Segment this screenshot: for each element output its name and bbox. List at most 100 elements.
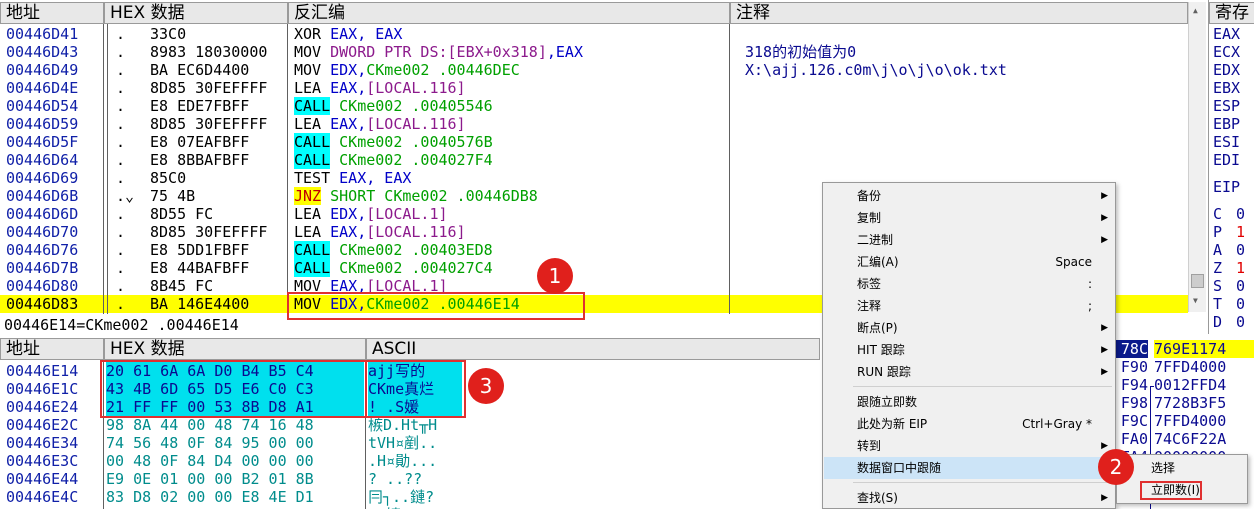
instruction-part: CKme002 .00403ED8 <box>330 241 493 259</box>
row-address: 00446D7B <box>6 259 79 277</box>
context-menu[interactable]: 备份 ▶ 复制 ▶ 二进制 ▶ 汇编(A) Space 标签: 注释; 断点(P) ▶ HIT 跟踪 ▶ R… <box>822 182 1116 509</box>
row-instruction: LEA EDX,[LOCAL.1] <box>294 205 728 223</box>
register-eip[interactable]: EIP <box>1213 178 1240 196</box>
stack-value[interactable]: 7FFD4000 <box>1154 358 1254 376</box>
menu-item[interactable]: RUN 跟踪 ▶ <box>824 361 1114 383</box>
row-address: 00446D6B <box>6 187 79 205</box>
menu-item[interactable]: 汇编(A) Space <box>824 251 1114 273</box>
dump-row-hex: 83 D8 02 00 00 E8 4E D1 <box>106 488 314 506</box>
scroll-down-icon[interactable]: ▼ <box>1193 296 1198 305</box>
disasm-row[interactable]: 00446D64. E8 8BBAFBFF CALL CKme002 .004027… <box>0 151 1188 169</box>
flag-value[interactable]: 1 <box>1236 223 1245 241</box>
menu-item[interactable]: 跟随立即数 <box>824 391 1114 413</box>
scroll-up-icon[interactable]: ▲ <box>1193 6 1198 15</box>
menu-item-label: 备份 <box>857 189 882 203</box>
disasm-row[interactable]: 00446D4E. 8D85 30FEFFFF LEA EAX,[LOCAL.116… <box>0 79 1188 97</box>
row-marker: . <box>116 223 126 241</box>
menu-item[interactable]: 复制 ▶ <box>824 207 1114 229</box>
disassembly-scrollbar[interactable]: ▲ ▼ <box>1188 2 1206 312</box>
menu-item[interactable]: 注释; <box>824 295 1114 317</box>
flag-value[interactable]: 0 <box>1236 277 1245 295</box>
disasm-row[interactable]: 00446D49. BA EC6D4400 MOV EDX,CKme002 .004… <box>0 61 1188 79</box>
flag-value[interactable]: 0 <box>1236 313 1245 331</box>
menu-item[interactable]: 转到 ▶ <box>824 435 1114 457</box>
dump-row[interactable]: 00446E34 74 56 48 0F 84 95 00 00 tVH¤剷.. <box>0 434 820 452</box>
dump-row[interactable]: 00446E2C 98 8A 44 00 48 74 16 48 槉D.Ht╥H <box>0 416 820 434</box>
row-marker: . <box>116 79 126 97</box>
instruction-part: CALL <box>294 133 331 151</box>
register-name[interactable]: EDI <box>1213 151 1240 169</box>
menu-item-label: 此处为新 EIP <box>857 417 928 431</box>
disasm-row[interactable]: 00446D54. E8 EDE7FBFF CALL CKme002 .004055… <box>0 97 1188 115</box>
flag-name: T <box>1213 295 1223 313</box>
row-address: 00446D41 <box>6 25 79 43</box>
disasm-row[interactable]: 00446D41. 33C0 XOR EAX, EAX <box>0 25 1188 43</box>
col-header-hex[interactable]: HEX 数据 <box>104 2 288 24</box>
menu-item-shortcut: Space <box>1055 255 1092 269</box>
stack-value[interactable]: 0012FFD4 <box>1154 376 1254 394</box>
disasm-row[interactable]: 00446D59. 8D85 30FEFFFF LEA EAX,[LOCAL.116… <box>0 115 1188 133</box>
dump-row[interactable]: 00446E44 E9 0E 01 00 00 B2 01 8B ? ..?? <box>0 470 820 488</box>
row-hex: 33C0 <box>150 25 187 43</box>
col-header-address[interactable]: 地址 <box>0 2 104 24</box>
register-name[interactable]: EBP <box>1213 115 1240 133</box>
scroll-thumb[interactable] <box>1191 274 1204 288</box>
step-badge-2: 2 <box>1098 449 1134 485</box>
col-header-dump-hex[interactable]: HEX 数据 <box>104 338 366 360</box>
stack-value[interactable]: 7728B3F5 <box>1154 394 1254 412</box>
col-header-disassembly[interactable]: 反汇编 <box>288 2 730 24</box>
col-header-comment[interactable]: 注释 <box>730 2 1188 24</box>
col-header-dump-address[interactable]: 地址 <box>0 338 104 360</box>
disasm-row[interactable]: 00446D43. 8983 18030000 MOV DWORD PTR DS:[… <box>0 43 1188 61</box>
menu-item[interactable]: 标签: <box>824 273 1114 295</box>
instruction-part: LEA <box>294 223 322 241</box>
register-name[interactable]: ESP <box>1213 97 1240 115</box>
menu-item-label: 跟随立即数 <box>857 395 918 409</box>
row-instruction: XOR EAX, EAX <box>294 25 728 43</box>
dump-row-hex: E9 0E 01 00 00 B2 01 8B <box>106 470 314 488</box>
register-name[interactable]: ESI <box>1213 133 1240 151</box>
row-instruction: CALL CKme002 .004027F4 <box>294 151 728 169</box>
menu-item[interactable]: 断点(P) ▶ <box>824 317 1114 339</box>
row-address: 00446D83 <box>6 295 79 313</box>
register-name[interactable]: EAX <box>1213 25 1240 43</box>
row-instruction: LEA EAX,[LOCAL.116] <box>294 115 728 133</box>
stack-value[interactable]: 769E1174 <box>1154 340 1254 358</box>
menu-item[interactable]: HIT 跟踪 ▶ <box>824 339 1114 361</box>
instruction-part: CALL <box>294 97 331 115</box>
menu-item[interactable]: 二进制 ▶ <box>824 229 1114 251</box>
dump-row-ascii: 槉D.Ht╥H <box>368 416 438 434</box>
flag-name: A <box>1213 241 1223 259</box>
disasm-row[interactable]: 00446D5F. E8 07EAFBFF CALL CKme002 .004057… <box>0 133 1188 151</box>
dump-row-ascii: 冃┐..鏈? <box>368 488 435 506</box>
submenu-item[interactable]: 选择 <box>1118 457 1246 479</box>
menu-item[interactable]: 此处为新 EIP Ctrl+Gray * <box>824 413 1114 435</box>
flag-value[interactable]: 0 <box>1236 295 1245 313</box>
col-header-registers[interactable]: 寄存 <box>1209 2 1254 24</box>
menu-item[interactable]: 数据窗口中跟随▶ <box>824 457 1114 479</box>
dump-row[interactable]: 00446E4C 83 D8 02 00 00 E8 4E D1 冃┐..鏈? <box>0 488 820 506</box>
flag-value[interactable]: 0 <box>1236 205 1245 223</box>
menu-item[interactable]: 备份 ▶ <box>824 185 1114 207</box>
register-name[interactable]: ECX <box>1213 43 1240 61</box>
step-badge-1: 1 <box>537 258 573 294</box>
menu-item[interactable]: 查找(S) ▶ <box>824 487 1114 509</box>
register-name[interactable]: EDX <box>1213 61 1240 79</box>
dump-row[interactable]: 00446E3C 00 48 0F 84 D4 00 00 00 .H¤勛... <box>0 452 820 470</box>
register-name[interactable]: EBX <box>1213 79 1240 97</box>
col-header-dump-ascii[interactable]: ASCII <box>366 338 820 360</box>
row-hex: 8983 18030000 <box>150 43 268 61</box>
row-address: 00446D6D <box>6 205 79 223</box>
menu-separator <box>853 482 1112 483</box>
stack-value[interactable]: 74C6F22A <box>1154 430 1254 448</box>
stack-value[interactable]: 7FFD4000 <box>1154 412 1254 430</box>
row-instruction: MOV DWORD PTR DS:[EBX+0x318],EAX <box>294 43 728 61</box>
instruction-part: CKme002 .0040576B <box>330 133 493 151</box>
flag-name: D <box>1213 313 1223 331</box>
flag-value[interactable]: 1 <box>1236 259 1245 277</box>
chevron-right-icon: ▶ <box>1101 323 1108 333</box>
flag-value[interactable]: 0 <box>1236 241 1245 259</box>
row-address: 00446D70 <box>6 223 79 241</box>
row-marker: .⌄ <box>116 187 135 205</box>
row-hex: E8 5DD1FBFF <box>150 241 250 259</box>
